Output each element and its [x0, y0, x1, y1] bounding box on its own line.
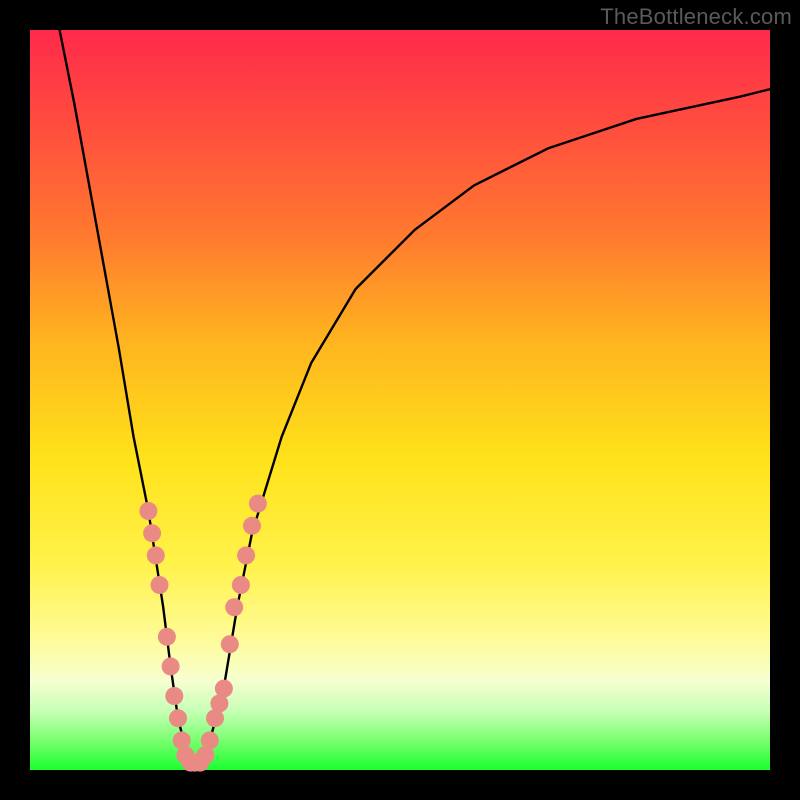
salmon-dot [186, 754, 204, 772]
salmon-dot [243, 517, 261, 535]
salmon-dot [176, 746, 194, 764]
salmon-dot [232, 576, 250, 594]
salmon-dot [210, 694, 228, 712]
salmon-dot [182, 754, 200, 772]
salmon-dot [158, 628, 176, 646]
curve-layer [30, 30, 770, 770]
salmon-dot [173, 731, 191, 749]
salmon-dot [162, 657, 180, 675]
salmon-dot [151, 576, 169, 594]
salmon-dot [169, 709, 187, 727]
salmon-dot [206, 709, 224, 727]
salmon-dot [225, 598, 243, 616]
salmon-dot [147, 546, 165, 564]
salmon-dot [191, 754, 209, 772]
salmon-dot [139, 502, 157, 520]
salmon-dot [215, 680, 233, 698]
salmon-dot [143, 524, 161, 542]
salmon-dot [237, 546, 255, 564]
salmon-dots-group [139, 495, 267, 772]
salmon-dot [249, 495, 267, 513]
plot-area [30, 30, 770, 770]
chart-canvas: TheBottleneck.com [0, 0, 800, 800]
salmon-dot [196, 746, 214, 764]
salmon-dot [221, 635, 239, 653]
bottleneck-curve [60, 30, 770, 763]
salmon-dot [165, 687, 183, 705]
watermark-text: TheBottleneck.com [600, 4, 792, 30]
salmon-dot [201, 731, 219, 749]
